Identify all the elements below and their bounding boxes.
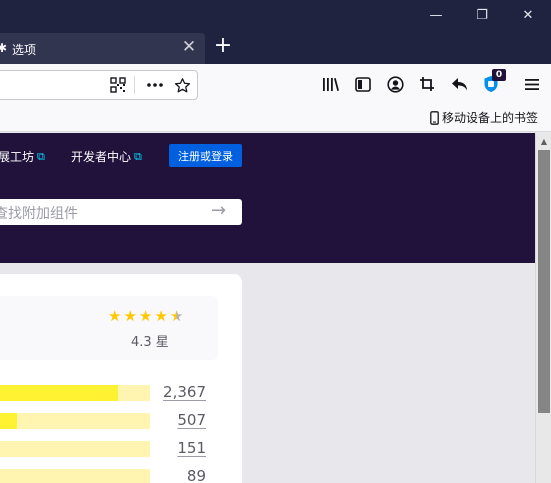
screenshot-crop-icon[interactable] (414, 71, 440, 97)
rating-count-link[interactable]: 89 (187, 467, 206, 483)
page-actions-menu-icon[interactable] (142, 72, 168, 98)
close-window-button[interactable]: ✕ (505, 0, 551, 30)
page-content: 扩展工坊 ⧉ 开发者中心 ⧉ 注册或登录 查找附加组件 → ★ ★ ★ ★ ★ (0, 133, 535, 483)
rating-bar-fill (0, 385, 118, 401)
rating-bar-row[interactable]: 2,367 (0, 383, 242, 403)
addon-search-input[interactable]: 查找附加组件 → (0, 199, 242, 225)
hamburger-menu-icon[interactable] (519, 71, 545, 97)
extension-button[interactable]: 0 (478, 69, 506, 97)
scrollbar-thumb[interactable] (538, 150, 550, 413)
rating-count-link[interactable]: 2,367 (163, 383, 206, 401)
mobile-bookmarks-label: 移动设备上的书签 (442, 111, 539, 125)
rating-summary: ★ ★ ★ ★ ★ 4.3 星 (0, 296, 218, 360)
extension-workshop-link[interactable]: 扩展工坊 ⧉ (0, 148, 45, 165)
minimize-icon: — (429, 7, 443, 23)
navigation-toolbar: 0 (0, 64, 551, 104)
star-icon: ★ (154, 307, 168, 325)
star-icon: ★ (108, 307, 122, 325)
restore-icon: ❐ (476, 7, 488, 23)
star-icon: ★ (138, 307, 153, 325)
rating-bar-track (0, 385, 150, 401)
rating-bar-row[interactable]: 89 (0, 467, 242, 483)
half-star-icon: ★ (169, 307, 184, 325)
search-submit-arrow-icon[interactable]: → (211, 200, 226, 221)
rating-bar-track (0, 413, 150, 429)
rating-count-link[interactable]: 507 (177, 411, 206, 429)
tab-title: 选项 (12, 43, 37, 57)
extension-workshop-label: 扩展工坊 (0, 150, 35, 164)
reply-back-icon[interactable] (446, 71, 472, 97)
sidebar-icon[interactable] (350, 71, 376, 97)
qr-code-icon[interactable] (105, 72, 131, 98)
rating-bar-track (0, 441, 150, 457)
mobile-phone-icon (430, 110, 439, 125)
bookmark-star-icon[interactable] (169, 72, 195, 98)
amo-header: 扩展工坊 ⧉ 开发者中心 ⧉ 注册或登录 查找附加组件 → (0, 133, 535, 263)
scroll-up-arrow-icon[interactable]: ▲ (536, 133, 551, 149)
external-link-icon: ⧉ (37, 149, 45, 163)
title-bar: — ❐ ✕ (0, 0, 551, 30)
url-bar[interactable] (0, 70, 198, 100)
developer-hub-label: 开发者中心 (71, 150, 132, 164)
vertical-scrollbar[interactable]: ▲ (535, 133, 551, 483)
url-bar-divider (134, 76, 135, 94)
bookmarks-toolbar: 移动设备上的书签 (0, 104, 551, 132)
rating-stars: ★ ★ ★ ★ ★ (108, 309, 183, 324)
rating-bar-row[interactable]: 507 (0, 411, 242, 431)
ratings-card: ★ ★ ★ ★ ★ 4.3 星 2,367 507 151 89 (0, 274, 242, 483)
developer-hub-link[interactable]: 开发者中心 ⧉ (71, 148, 142, 165)
average-rating-text: 4.3 星 (131, 335, 169, 350)
search-placeholder: 查找附加组件 (0, 206, 78, 222)
account-icon[interactable] (382, 71, 408, 97)
rating-bar-row[interactable]: 151 (0, 439, 242, 459)
tab-strip: ✱ 选项 ✕ (0, 30, 551, 64)
new-tab-button[interactable]: + (212, 35, 234, 58)
star-icon: ★ (123, 307, 137, 325)
library-icon[interactable] (318, 71, 344, 97)
tab-close-button[interactable]: ✕ (180, 38, 198, 56)
restore-button[interactable]: ❐ (459, 0, 505, 30)
browser-window: { "window": { "min_glyph": "—", "max_gly… (0, 0, 551, 483)
close-icon: ✕ (522, 7, 534, 23)
rating-count-link[interactable]: 151 (177, 439, 206, 457)
minimize-button[interactable]: — (413, 0, 459, 30)
mobile-bookmarks-folder[interactable]: 移动设备上的书签 (430, 109, 538, 126)
external-link-icon: ⧉ (134, 149, 142, 163)
puzzle-piece-icon: ✱ (0, 41, 8, 55)
register-login-button[interactable]: 注册或登录 (169, 144, 242, 167)
rating-bar-track (0, 469, 150, 483)
tab-options[interactable]: ✱ 选项 ✕ (0, 33, 205, 64)
extension-badge: 0 (492, 69, 506, 81)
rating-bar-fill (0, 413, 17, 429)
